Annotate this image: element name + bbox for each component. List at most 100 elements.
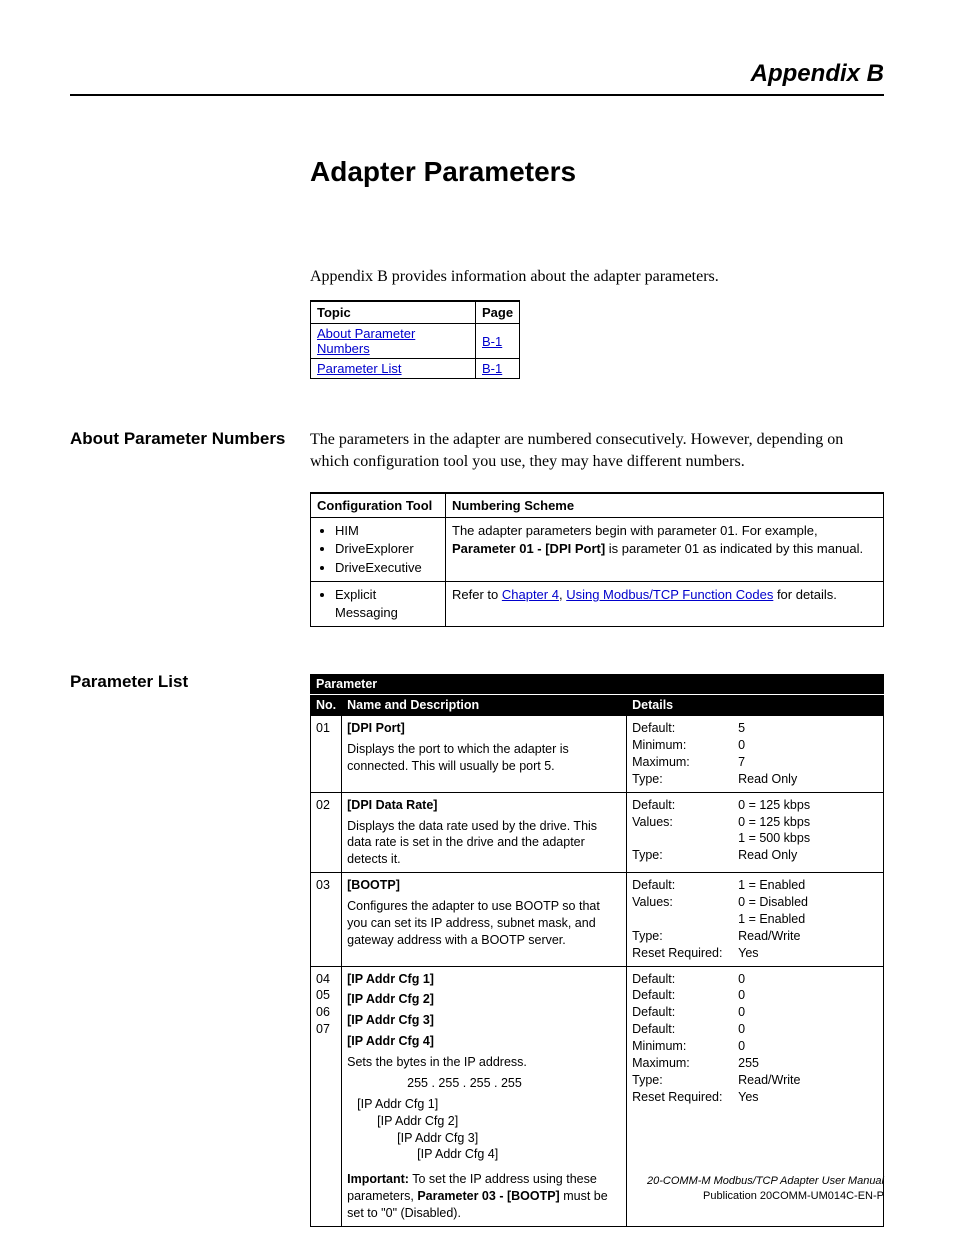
- tool-item: HIM: [335, 522, 439, 540]
- detail-value: 0: [738, 987, 878, 1004]
- detail-label: Default:: [632, 987, 732, 1004]
- tool-item: Explicit Messaging: [335, 586, 439, 622]
- detail-label: [632, 830, 732, 847]
- no-header: No.: [311, 695, 342, 716]
- param-desc: Displays the port to which the adapter i…: [347, 741, 621, 775]
- detail-value: 0 = 125 kbps: [738, 797, 878, 814]
- parameter-list-section: Parameter List Parameter No. Name and De…: [70, 672, 884, 1227]
- detail-value: Yes: [738, 1089, 878, 1106]
- detail-value: 1 = Enabled: [738, 911, 878, 928]
- detail-label: Default:: [632, 797, 732, 814]
- detail-value: 0: [738, 1021, 878, 1038]
- detail-value: 1 = Enabled: [738, 877, 878, 894]
- ip-label: [IP Addr Cfg 1]: [357, 1096, 621, 1113]
- detail-label: Type:: [632, 771, 732, 788]
- appendix-header: Appendix B: [70, 60, 884, 96]
- page-footer: 20-COMM-M Modbus/TCP Adapter User Manual…: [647, 1174, 884, 1203]
- page-link[interactable]: B-1: [482, 334, 502, 349]
- page-header: Page: [476, 301, 520, 324]
- name-header: Name and Description: [342, 695, 627, 716]
- scheme-bold: Parameter 01 - [DPI Port]: [452, 541, 605, 556]
- scheme-text: Refer to: [452, 587, 502, 602]
- table-row: 02 [DPI Data Rate] Displays the data rat…: [311, 792, 884, 873]
- detail-label: Type:: [632, 928, 732, 945]
- detail-value: 255: [738, 1055, 878, 1072]
- ip-label: [IP Addr Cfg 2]: [377, 1113, 621, 1130]
- detail-label: Minimum:: [632, 1038, 732, 1055]
- detail-label: Maximum:: [632, 1055, 732, 1072]
- ip-label: [IP Addr Cfg 3]: [397, 1130, 621, 1147]
- details-header: Details: [627, 695, 884, 716]
- detail-value: 5: [738, 720, 878, 737]
- detail-label: Default:: [632, 720, 732, 737]
- detail-label: Values:: [632, 894, 732, 911]
- param-name: [IP Addr Cfg 1]: [347, 971, 621, 988]
- param-name: [DPI Port]: [347, 720, 621, 737]
- table-row: 01 [DPI Port] Displays the port to which…: [311, 716, 884, 793]
- detail-label: Values:: [632, 814, 732, 831]
- param-desc: Displays the data rate used by the drive…: [347, 818, 621, 869]
- scheme-text: is parameter 01 as indicated by this man…: [605, 541, 863, 556]
- detail-value: 0: [738, 971, 878, 988]
- topic-link[interactable]: Parameter List: [317, 361, 402, 376]
- publication-id: Publication 20COMM-UM014C-EN-P: [647, 1189, 884, 1203]
- detail-value: Read/Write: [738, 928, 878, 945]
- page-link[interactable]: B-1: [482, 361, 502, 376]
- param-name: [IP Addr Cfg 3]: [347, 1012, 621, 1029]
- intro-text: Appendix B provides information about th…: [310, 268, 884, 286]
- param-desc: Configures the adapter to use BOOTP so t…: [347, 898, 621, 949]
- detail-label: Maximum:: [632, 754, 732, 771]
- detail-label: Minimum:: [632, 737, 732, 754]
- param-group-header: Parameter: [311, 674, 627, 695]
- tool-item: DriveExecutive: [335, 559, 439, 577]
- param-no: 05: [316, 987, 336, 1004]
- detail-value: 0: [738, 1004, 878, 1021]
- param-name: [IP Addr Cfg 4]: [347, 1033, 621, 1050]
- manual-name: 20-COMM-M Modbus/TCP Adapter User Manual: [647, 1174, 884, 1188]
- page-title: Adapter Parameters: [310, 156, 884, 188]
- detail-label: Default:: [632, 1021, 732, 1038]
- detail-value: 7: [738, 754, 878, 771]
- topic-header: Topic: [311, 301, 476, 324]
- ip-example: 255 . 255 . 255 . 255: [407, 1075, 621, 1092]
- param-name: [BOOTP]: [347, 877, 621, 894]
- detail-value: Yes: [738, 945, 878, 962]
- detail-label: Type:: [632, 1072, 732, 1089]
- ip-label: [IP Addr Cfg 4]: [417, 1146, 621, 1163]
- param-name: [DPI Data Rate]: [347, 797, 621, 814]
- param-no: 02: [311, 792, 342, 873]
- section-heading-paramlist: Parameter List: [70, 672, 310, 692]
- detail-label: Default:: [632, 1004, 732, 1021]
- spacer-header: [627, 674, 884, 695]
- detail-label: Reset Required:: [632, 1089, 732, 1106]
- detail-value: Read/Write: [738, 1072, 878, 1089]
- param-no: 03: [311, 873, 342, 966]
- section-heading-about: About Parameter Numbers: [70, 429, 310, 449]
- important-bold: Parameter 03 - [BOOTP]: [417, 1189, 559, 1203]
- config-tool-header: Configuration Tool: [311, 493, 446, 518]
- detail-value: 0 = 125 kbps: [738, 814, 878, 831]
- topic-link[interactable]: About Parameter Numbers: [317, 326, 415, 356]
- table-row: 03 [BOOTP] Configures the adapter to use…: [311, 873, 884, 966]
- scheme-text: The adapter parameters begin with parame…: [452, 523, 818, 538]
- detail-value: 0: [738, 1038, 878, 1055]
- detail-label: [632, 911, 732, 928]
- detail-label: Default:: [632, 971, 732, 988]
- detail-label: Type:: [632, 847, 732, 864]
- parameter-table: Parameter No. Name and Description Detai…: [310, 674, 884, 1227]
- param-name: [IP Addr Cfg 2]: [347, 991, 621, 1008]
- detail-value: 1 = 500 kbps: [738, 830, 878, 847]
- detail-value: Read Only: [738, 847, 878, 864]
- param-no: 04: [316, 971, 336, 988]
- param-desc: Sets the bytes in the IP address.: [347, 1054, 621, 1071]
- important-label: Important:: [347, 1172, 409, 1186]
- param-no: 06: [316, 1004, 336, 1021]
- topic-page-table: Topic Page About Parameter Numbers B-1 P…: [310, 300, 520, 379]
- scheme-text: for details.: [773, 587, 837, 602]
- function-codes-link[interactable]: Using Modbus/TCP Function Codes: [566, 587, 773, 602]
- numbering-scheme-header: Numbering Scheme: [446, 493, 884, 518]
- detail-label: Default:: [632, 877, 732, 894]
- param-no: 01: [311, 716, 342, 793]
- detail-value: 0 = Disabled: [738, 894, 878, 911]
- chapter-link[interactable]: Chapter 4: [502, 587, 559, 602]
